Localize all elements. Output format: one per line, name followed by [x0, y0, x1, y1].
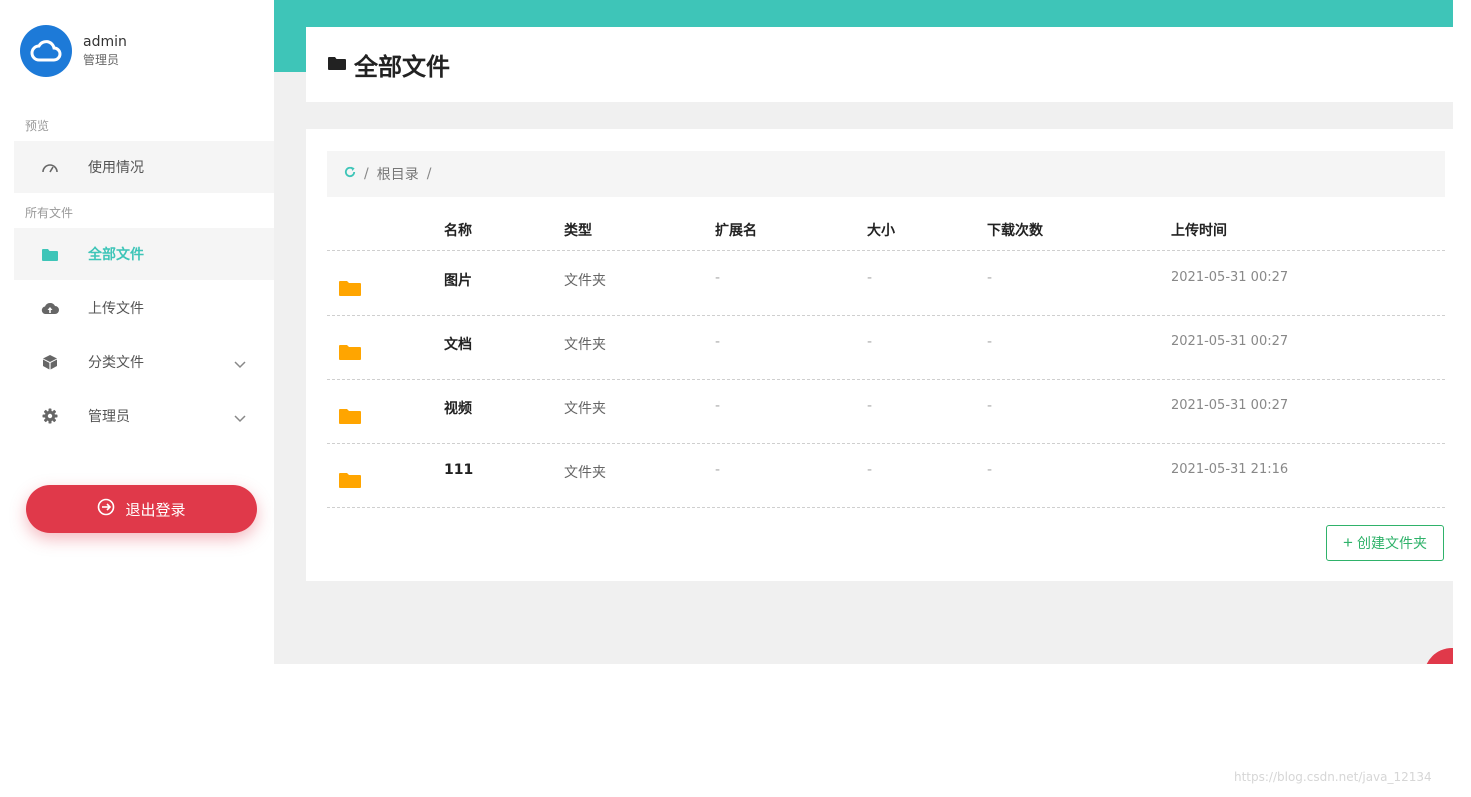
cube-icon [40, 354, 60, 370]
sidebar-item-usage[interactable]: 使用情况 [14, 141, 274, 193]
gauge-icon [40, 160, 60, 174]
folder-icon [40, 248, 60, 261]
table-row[interactable]: 文档 文件夹 - - - 2021-05-31 00:27 [327, 316, 1445, 380]
title-card: 全部文件 [306, 27, 1453, 102]
column-header-name[interactable]: 名称 [444, 220, 472, 240]
file-list-card: / 根目录 / 名称 类型 扩展名 大小 下载次数 上传时间 图片 文件夹 - … [306, 129, 1453, 581]
column-header-size[interactable]: 大小 [867, 220, 895, 240]
file-name[interactable]: 文档 [444, 334, 472, 354]
column-header-type[interactable]: 类型 [564, 220, 592, 240]
sidebar-item-label: 管理员 [88, 409, 130, 425]
folder-icon [339, 472, 361, 492]
logout-label: 退出登录 [125, 500, 186, 519]
refresh-icon[interactable] [344, 166, 356, 182]
file-type: 文件夹 [564, 337, 606, 353]
logout-button[interactable]: 退出登录 [26, 485, 257, 533]
file-downloads: - [987, 270, 993, 286]
sidebar-item-all-files[interactable]: 全部文件 [14, 228, 274, 280]
column-header-extension[interactable]: 扩展名 [715, 220, 757, 240]
file-name[interactable]: 111 [444, 462, 473, 478]
sidebar-item-upload[interactable]: 上传文件 [14, 282, 274, 334]
folder-icon [328, 55, 346, 74]
file-type: 文件夹 [564, 401, 606, 417]
sidebar-item-label: 使用情况 [88, 160, 144, 176]
breadcrumb: / 根目录 / [327, 151, 1445, 197]
create-folder-button[interactable]: + 创建文件夹 [1326, 525, 1444, 561]
breadcrumb-root[interactable]: 根目录 [377, 164, 419, 184]
file-upload-time: 2021-05-31 00:27 [1171, 270, 1289, 285]
plus-icon: + [1343, 533, 1353, 552]
folder-icon [339, 408, 361, 428]
file-extension: - [715, 270, 721, 286]
file-type: 文件夹 [564, 465, 606, 481]
sidebar-item-label: 全部文件 [88, 247, 144, 263]
column-header-upload-time[interactable]: 上传时间 [1171, 220, 1227, 240]
file-size: - [867, 270, 873, 286]
create-folder-label: 创建文件夹 [1356, 535, 1427, 551]
file-extension: - [715, 398, 721, 414]
file-downloads: - [987, 334, 993, 350]
user-name: admin [83, 34, 127, 50]
file-upload-time: 2021-05-31 00:27 [1171, 334, 1289, 349]
file-name[interactable]: 图片 [444, 270, 472, 290]
floating-action-button[interactable] [1424, 648, 1453, 664]
folder-icon [339, 344, 361, 364]
table-row[interactable]: 视频 文件夹 - - - 2021-05-31 00:27 [327, 380, 1445, 444]
table-row[interactable]: 111 文件夹 - - - 2021-05-31 21:16 [327, 444, 1445, 508]
file-upload-time: 2021-05-31 21:16 [1171, 462, 1289, 477]
chevron-down-icon [234, 408, 246, 427]
file-type: 文件夹 [564, 273, 606, 289]
file-upload-time: 2021-05-31 00:27 [1171, 398, 1289, 413]
file-extension: - [715, 334, 721, 350]
page-title: 全部文件 [354, 53, 450, 81]
gear-icon [40, 408, 60, 424]
app: admin 管理员 预览 使用情况 所有文件 全部文件 上传文件 分类文件 管理… [0, 0, 1471, 797]
sidebar-item-admin[interactable]: 管理员 [14, 390, 274, 442]
section-label-files: 所有文件 [25, 206, 74, 220]
sidebar-item-categories[interactable]: 分类文件 [14, 336, 274, 388]
file-size: - [867, 334, 873, 350]
logout-icon [97, 498, 115, 520]
sidebar-item-label: 上传文件 [88, 301, 144, 317]
sidebar: admin 管理员 预览 使用情况 所有文件 全部文件 上传文件 分类文件 管理… [0, 0, 274, 664]
file-downloads: - [987, 398, 993, 414]
watermark: https://blog.csdn.net/java_12134 [1234, 770, 1432, 784]
user-role: 管理员 [83, 53, 120, 67]
sidebar-item-label: 分类文件 [88, 355, 144, 371]
table-header: 名称 类型 扩展名 大小 下载次数 上传时间 [327, 207, 1445, 251]
file-extension: - [715, 462, 721, 478]
chevron-down-icon [234, 354, 246, 373]
breadcrumb-separator: / [364, 166, 369, 182]
breadcrumb-separator: / [426, 166, 432, 182]
main-area: 全部文件 / 根目录 / 名称 类型 扩展名 大小 下载次数 上传时间 图片 文… [274, 0, 1453, 664]
cloud-upload-icon [40, 302, 60, 315]
section-label-preview: 预览 [25, 119, 50, 133]
file-size: - [867, 398, 873, 414]
table-row[interactable]: 图片 文件夹 - - - 2021-05-31 00:27 [327, 252, 1445, 316]
user-profile: admin 管理员 [20, 25, 127, 77]
file-size: - [867, 462, 873, 478]
folder-icon [339, 280, 361, 300]
file-downloads: - [987, 462, 993, 478]
column-header-downloads[interactable]: 下载次数 [987, 220, 1043, 240]
file-name[interactable]: 视频 [444, 398, 472, 418]
cloud-logo-icon [20, 25, 72, 77]
